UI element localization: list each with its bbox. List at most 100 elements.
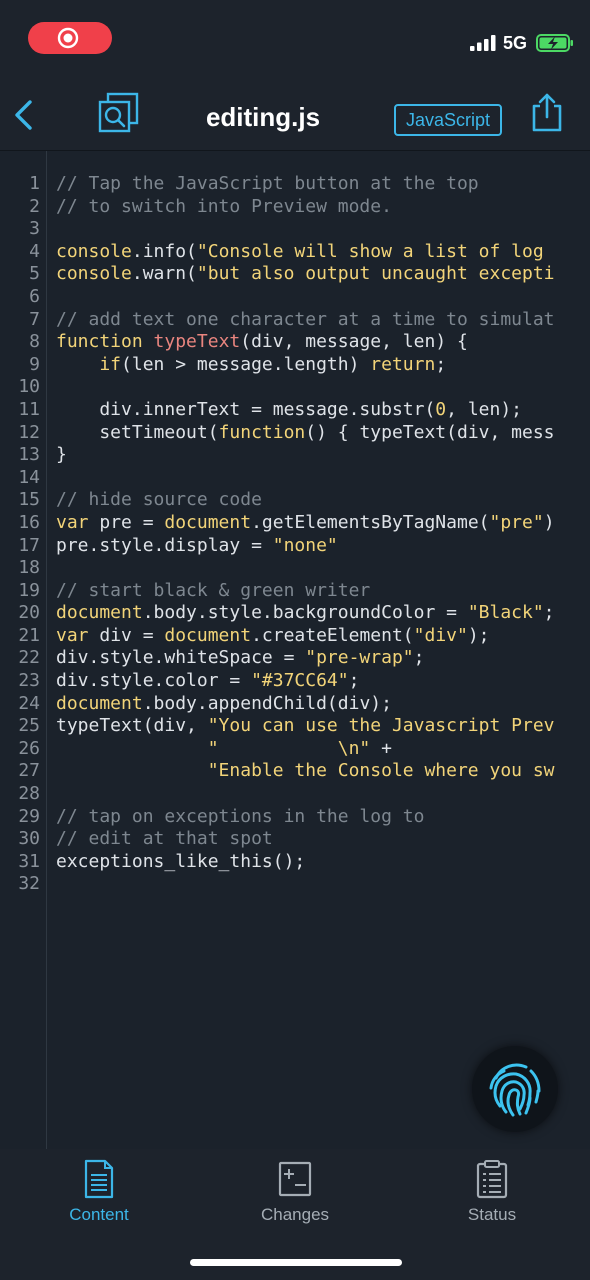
line-number: 13	[18, 444, 40, 466]
code-line[interactable]: 20 document.body.style.backgroundColor = …	[0, 602, 590, 625]
tab-changes[interactable]: Changes	[225, 1159, 365, 1239]
code-token: // Tap the JavaScript button at the top	[56, 173, 479, 194]
code-line[interactable]: 9 if(len > message.length) return;	[0, 354, 590, 377]
code-line[interactable]: 7 // add text one character at a time to …	[0, 309, 590, 332]
code-line[interactable]: 16 var pre = document.getElementsByTagNam…	[0, 512, 590, 535]
code-line[interactable]: 24 document.body.appendChild(div);	[0, 693, 590, 716]
tab-status[interactable]: Status	[422, 1159, 562, 1239]
code-line[interactable]: 12 setTimeout(function() { typeText(div,…	[0, 422, 590, 445]
code-line[interactable]: 11 div.innerText = message.substr(0, len…	[0, 399, 590, 422]
line-number: 14	[18, 466, 40, 488]
code-token: function	[218, 421, 306, 443]
code-text[interactable]: // hide source code	[56, 489, 262, 512]
line-number: 1	[29, 173, 40, 194]
code-line[interactable]: 5 console.warn("but also output uncaught …	[0, 263, 590, 286]
code-token: document	[164, 511, 252, 533]
code-line[interactable]: 2 // to switch into Preview mode.	[0, 196, 590, 219]
code-text[interactable]: div.style.whiteSpace = "pre-wrap";	[56, 647, 424, 670]
code-line[interactable]: 26 " \n" +	[0, 738, 590, 761]
code-token: // start black & green writer	[56, 579, 371, 601]
code-line[interactable]: 6	[0, 286, 590, 309]
code-text[interactable]: console.info("Console will show a list o…	[56, 241, 544, 264]
line-number: 9	[29, 353, 40, 375]
code-text[interactable]: div.style.color = "#37CC64";	[56, 670, 359, 693]
code-line[interactable]: 17 pre.style.display = "none"	[0, 535, 590, 558]
code-line[interactable]: 23 div.style.color = "#37CC64";	[0, 670, 590, 693]
code-text[interactable]: // to switch into Preview mode.	[56, 196, 392, 219]
code-text[interactable]: // start black & green writer	[56, 580, 370, 603]
code-token: "Enable the Console where you sw	[207, 760, 555, 782]
code-token: document	[164, 624, 252, 646]
code-text[interactable]: pre.style.display = "none"	[56, 535, 338, 558]
code-text[interactable]: }	[56, 444, 67, 467]
line-number: 21	[18, 624, 40, 646]
tab-content[interactable]: Content	[29, 1159, 169, 1239]
code-text[interactable]: typeText(div, "You can use the Javascrip…	[56, 715, 555, 738]
code-text[interactable]: console.warn("but also output uncaught e…	[56, 263, 555, 286]
code-token: 0	[435, 398, 447, 420]
code-text[interactable]: var div = document.createElement("div");	[56, 625, 490, 648]
code-text[interactable]: // edit at that spot	[56, 828, 273, 851]
code-line[interactable]: 14	[0, 467, 590, 490]
code-line[interactable]: 25 typeText(div, "You can use the Javascr…	[0, 715, 590, 738]
code-line[interactable]: 28	[0, 783, 590, 806]
code-line[interactable]: 30 // edit at that spot	[0, 828, 590, 851]
code-text[interactable]: setTimeout(function() { typeText(div, me…	[56, 421, 554, 445]
tab-label: Content	[69, 1205, 129, 1224]
line-number: 20	[18, 602, 40, 624]
code-text[interactable]: div.innerText = message.substr(0, len);	[56, 399, 522, 422]
line-number: 30	[18, 828, 40, 850]
code-line[interactable]: 27 "Enable the Console where you sw	[0, 760, 590, 783]
home-indicator	[190, 1259, 402, 1266]
fingerprint-button[interactable]	[472, 1046, 558, 1132]
code-token: ;	[543, 602, 555, 624]
line-number: 12	[18, 421, 40, 443]
line-number: 4	[29, 240, 40, 262]
code-line[interactable]: 1 // Tap the JavaScript button at the top	[0, 173, 590, 196]
code-line[interactable]: 18	[0, 557, 590, 580]
code-text[interactable]: // add text one character at a time to s…	[56, 309, 555, 332]
code-line[interactable]: 4 console.info("Console will show a list …	[0, 241, 590, 264]
share-icon[interactable]	[530, 92, 564, 132]
code-text[interactable]: document.body.style.backgroundColor = "B…	[56, 602, 555, 625]
line-number: 31	[18, 850, 40, 872]
tab-label: Changes	[260, 1205, 330, 1224]
fingerprint-icon	[489, 1063, 541, 1117]
code-line[interactable]: 31 exceptions_like_this();	[0, 851, 590, 874]
code-line[interactable]: 13}	[0, 444, 590, 467]
code-line[interactable]: 8 function typeText(div, message, len) {	[0, 331, 590, 354]
code-token: "Console will show a list of log	[196, 240, 544, 262]
status-bar: 5G	[0, 0, 590, 80]
line-number: 5	[29, 263, 40, 285]
code-token: ;	[348, 670, 360, 692]
code-editor[interactable]: 1 // Tap the JavaScript button at the top…	[0, 151, 590, 1149]
line-number: 24	[18, 692, 40, 714]
code-line[interactable]: 3	[0, 218, 590, 241]
code-text[interactable]: function typeText(div, message, len) {	[56, 331, 468, 354]
code-text[interactable]: // Tap the JavaScript button at the top	[56, 173, 479, 196]
code-text[interactable]: // tap on exceptions in the log to	[56, 806, 424, 829]
code-text[interactable]: if(len > message.length) return;	[56, 354, 446, 377]
code-line[interactable]: 19 // start black & green writer	[0, 580, 590, 603]
code-area[interactable]: 1 // Tap the JavaScript button at the top…	[0, 173, 590, 896]
code-text[interactable]: " \n" +	[56, 738, 392, 761]
code-line[interactable]: 22 div.style.whiteSpace = "pre-wrap";	[0, 647, 590, 670]
code-text[interactable]: document.body.appendChild(div);	[56, 693, 392, 716]
language-mode-button[interactable]: JavaScript	[394, 104, 502, 136]
code-line[interactable]: 29 // tap on exceptions in the log to	[0, 806, 590, 829]
line-number: 17	[18, 534, 40, 556]
code-token: setTimeout(	[56, 421, 219, 443]
code-line[interactable]: 10	[0, 376, 590, 399]
code-token: "You can use the Javascript Prev	[207, 715, 555, 737]
code-line[interactable]: 21 var div = document.createElement("div"…	[0, 625, 590, 648]
code-text[interactable]: var pre = document.getElementsByTagName(…	[56, 512, 555, 535]
code-line[interactable]: 32	[0, 873, 590, 896]
line-number: 15	[18, 489, 40, 511]
code-token: // hide source code	[56, 489, 262, 511]
code-token: " \n"	[207, 737, 371, 759]
code-line[interactable]: 15 // hide source code	[0, 489, 590, 512]
code-text[interactable]: exceptions_like_this();	[56, 851, 305, 874]
code-text[interactable]: "Enable the Console where you sw	[56, 760, 555, 783]
